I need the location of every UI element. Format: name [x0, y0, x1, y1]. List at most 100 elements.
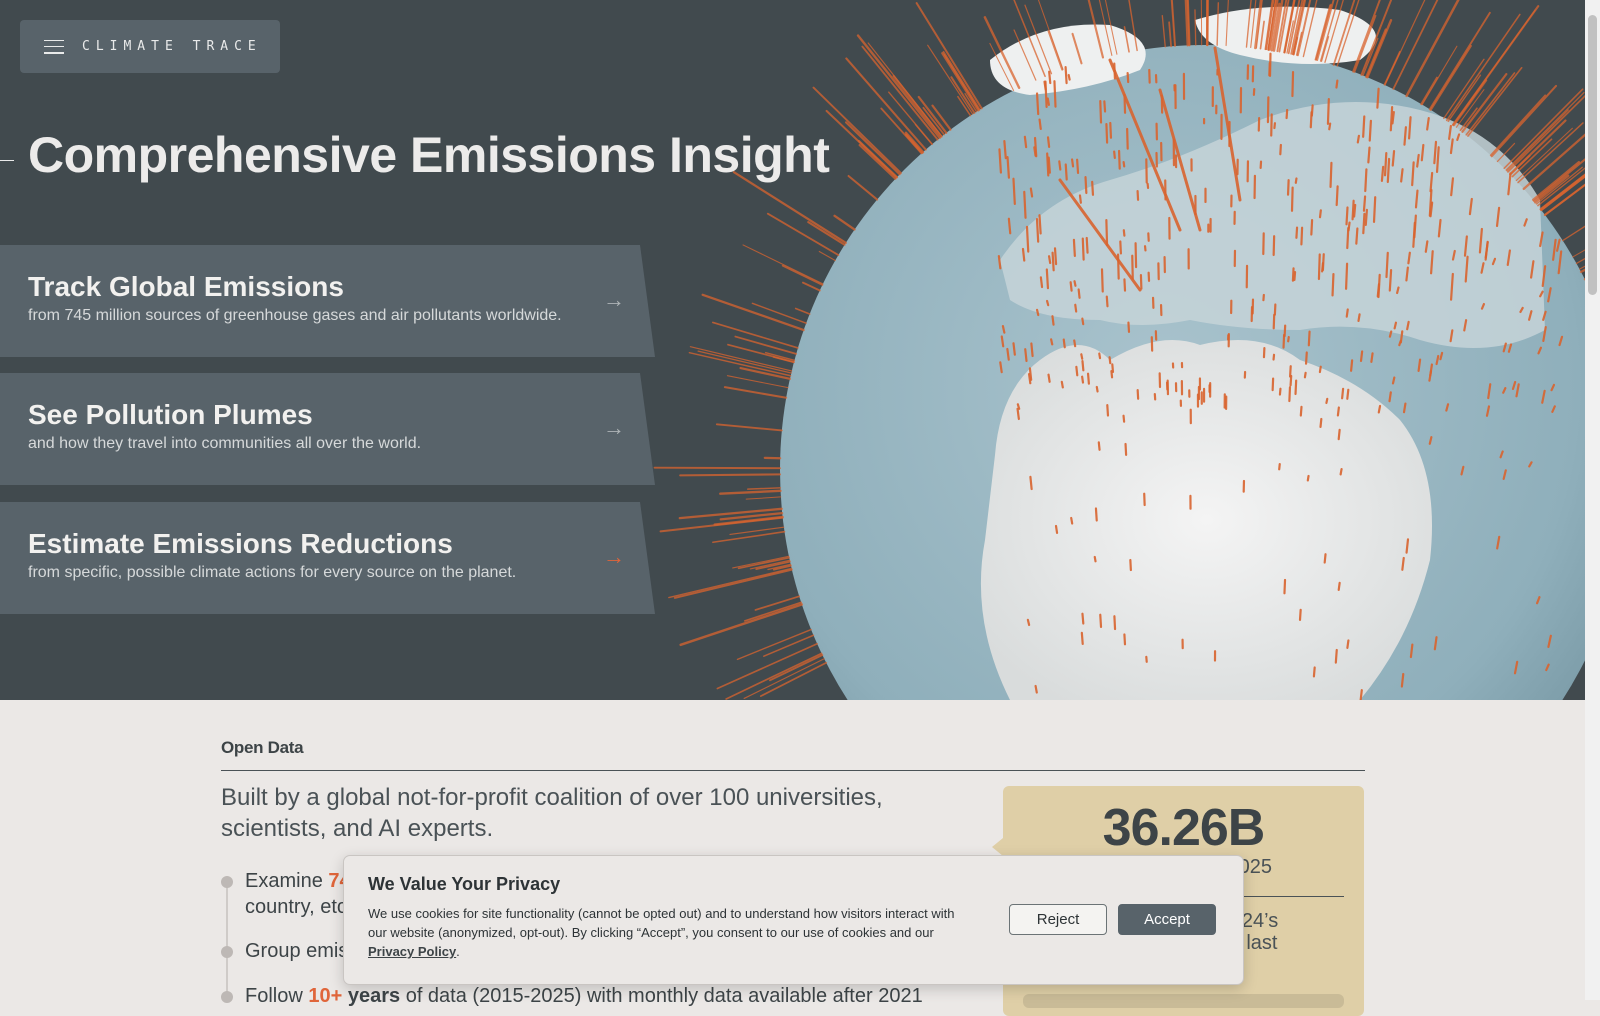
emission-spike — [1395, 323, 1396, 329]
privacy-policy-link[interactable]: Privacy Policy — [368, 944, 456, 959]
emission-spike — [1409, 117, 1410, 138]
scrollbar-thumb[interactable] — [1588, 15, 1597, 295]
emission-spike — [1040, 120, 1041, 129]
emission-spike — [1290, 366, 1291, 376]
emission-spike — [1292, 72, 1293, 96]
emission-spike — [770, 655, 822, 680]
emission-spike — [803, 283, 820, 291]
emission-spike — [1308, 476, 1309, 480]
emission-spike — [1100, 101, 1101, 122]
emission-spike — [1007, 349, 1008, 360]
emission-spike — [1126, 444, 1127, 455]
emission-spike — [1088, 374, 1089, 384]
emission-spike — [1066, 67, 1067, 83]
emission-spike — [713, 532, 785, 543]
emission-spike — [1314, 668, 1315, 677]
emission-spike — [1361, 352, 1362, 361]
emission-spike — [1412, 162, 1413, 185]
emission-spike — [655, 468, 780, 469]
emission-spike — [1003, 326, 1004, 332]
emission-spike — [1056, 526, 1057, 533]
emission-spike — [1321, 419, 1322, 427]
emission-spike — [1052, 316, 1053, 324]
emission-spike — [1377, 89, 1378, 108]
emission-spike — [1388, 159, 1389, 182]
emission-spike — [1426, 241, 1428, 251]
emission-spike — [681, 604, 802, 644]
emission-spike — [1055, 248, 1056, 264]
emission-spike — [1024, 192, 1025, 218]
stat-bar — [1023, 994, 1344, 1008]
globe-visualization[interactable] — [640, 0, 1585, 700]
emission-spike — [1031, 343, 1032, 356]
emission-spike — [1408, 253, 1409, 264]
logo-menu-button[interactable]: CLIMATE TRACE — [20, 20, 280, 73]
emission-spike — [819, 252, 835, 261]
emission-spike — [1124, 162, 1125, 166]
list-item: Examine 74 country, etc — [221, 868, 351, 920]
emission-spike — [1351, 360, 1352, 370]
accept-button[interactable]: Accept — [1118, 904, 1216, 935]
emission-spike — [1347, 207, 1348, 224]
emission-spike — [1312, 105, 1313, 115]
card-track-global-emissions[interactable]: Track Global Emissions from 745 million … — [0, 245, 655, 357]
emission-spike — [846, 122, 900, 174]
emission-spike — [1347, 390, 1348, 399]
emission-spike — [1031, 189, 1032, 197]
emission-spike — [1120, 241, 1121, 253]
card-see-pollution-plumes[interactable]: See Pollution Plumes and how they travel… — [0, 373, 655, 485]
list-item: Group emis — [221, 938, 348, 964]
emission-spike — [1491, 95, 1546, 155]
emission-spike — [1427, 118, 1429, 129]
emission-spike — [1342, 389, 1343, 398]
emission-spike — [1301, 407, 1302, 416]
emission-spike — [1099, 442, 1100, 449]
emission-spike — [1288, 180, 1289, 195]
emission-spike — [1305, 373, 1306, 377]
emission-spike — [1045, 82, 1046, 90]
arrow-right-icon[interactable]: → — [603, 415, 625, 441]
emission-spike — [1127, 129, 1128, 149]
emission-spike — [737, 630, 811, 660]
emission-spike — [1363, 214, 1364, 233]
emission-spike — [1009, 219, 1010, 234]
arrow-right-icon[interactable]: → — [603, 544, 625, 570]
emission-spike — [1110, 357, 1111, 363]
emission-spike — [1124, 279, 1125, 290]
emission-spike — [1319, 254, 1320, 279]
emission-spike — [1124, 230, 1125, 235]
emission-spike — [1047, 269, 1048, 288]
bullet-highlight: 10+ — [308, 985, 342, 1007]
emission-spike — [1071, 282, 1072, 290]
emission-spike — [1296, 179, 1297, 183]
emission-spike — [1182, 0, 1187, 45]
emission-spike — [1086, 177, 1087, 193]
emission-spike — [1028, 620, 1029, 625]
emission-spike — [1106, 124, 1107, 143]
hamburger-menu-icon[interactable] — [44, 40, 64, 54]
card-estimate-emissions-reductions[interactable]: Estimate Emissions Reductions from speci… — [0, 502, 655, 614]
arrow-right-icon[interactable]: → — [603, 287, 625, 313]
emission-spike — [1356, 229, 1357, 244]
emission-spike — [1422, 145, 1424, 160]
emission-spike — [689, 353, 790, 376]
emission-spike — [859, 141, 897, 177]
emission-spike — [720, 491, 780, 494]
emission-spike — [862, 47, 937, 140]
emission-spike — [1284, 580, 1285, 593]
reject-button[interactable]: Reject — [1009, 904, 1107, 935]
emission-spike — [1402, 558, 1403, 570]
hero-title-marker — [0, 160, 14, 161]
emission-spike — [1083, 239, 1084, 260]
emission-spike — [1390, 392, 1391, 401]
bullet-text: Examine — [245, 870, 328, 892]
emission-spike — [1119, 151, 1120, 169]
emission-spike — [1053, 253, 1054, 271]
emission-spike — [1296, 381, 1297, 394]
emission-spike — [1287, 110, 1288, 118]
emission-spike — [1049, 375, 1050, 382]
emission-spike — [1329, 124, 1330, 130]
emission-spike — [1104, 101, 1105, 111]
emission-spike — [1169, 22, 1171, 46]
emission-spike — [1337, 186, 1338, 205]
